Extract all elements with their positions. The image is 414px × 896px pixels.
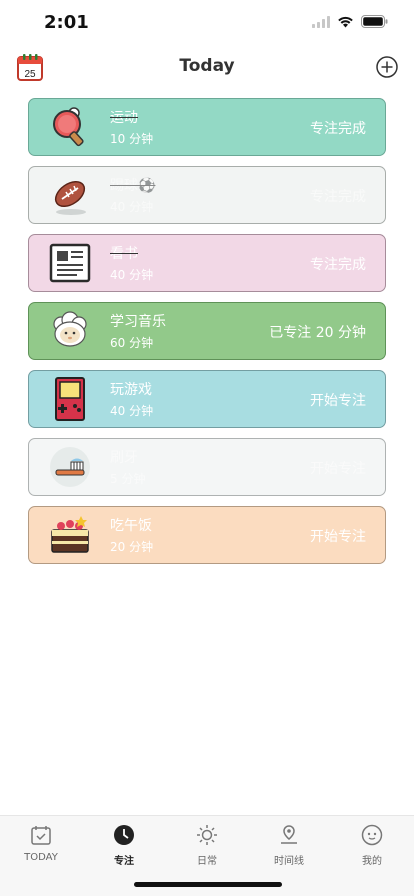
tab-today[interactable]: TODAY	[6, 824, 76, 863]
tab-label: 日常	[197, 856, 217, 867]
task-action-button[interactable]: 开始专注	[310, 526, 366, 546]
signal-icon	[312, 15, 330, 28]
task-duration: 10 分钟	[110, 132, 154, 146]
task-duration: 20 分钟	[110, 540, 154, 554]
status-bar: 2:01	[0, 0, 414, 48]
game-console-icon	[55, 377, 85, 421]
task-duration: 40 分钟	[110, 200, 154, 214]
nav-bar: 25 Today	[0, 48, 414, 88]
tab-label: 专注	[114, 856, 134, 867]
task-card-gaming[interactable]: 玩游戏 40 分钟 开始专注	[28, 370, 386, 428]
task-action-button[interactable]: 开始专注	[310, 458, 366, 478]
task-action-button[interactable]: 专注完成	[310, 254, 366, 274]
task-card-music[interactable]: 学习音乐 60 分钟 已专注 20 分钟	[28, 302, 386, 360]
sheep-icon	[53, 311, 87, 347]
face-icon	[361, 824, 383, 846]
task-card-lunch[interactable]: 吃午饭 20 分钟 开始专注	[28, 506, 386, 564]
tab-focus[interactable]: 专注	[89, 824, 159, 867]
task-name: 玩游戏	[110, 382, 152, 398]
plus-circle-icon	[376, 56, 398, 78]
tab-timeline[interactable]: 时间线	[254, 824, 324, 867]
task-name: 踢球⚽	[110, 178, 156, 194]
task-name: 学习音乐	[110, 314, 166, 330]
clock-icon	[114, 825, 134, 845]
newspaper-icon	[49, 243, 91, 283]
tab-label: 时间线	[274, 856, 304, 867]
tab-me[interactable]: 我的	[337, 824, 407, 867]
sun-icon	[197, 825, 217, 845]
status-time: 2:01	[44, 12, 89, 33]
calendar-check-icon	[31, 826, 51, 845]
wifi-icon	[338, 16, 353, 27]
ping-pong-icon	[53, 107, 84, 147]
task-action-button[interactable]: 专注完成	[310, 186, 366, 206]
task-action-button[interactable]: 开始专注	[310, 390, 366, 410]
task-duration: 5 分钟	[110, 472, 146, 486]
task-action-button[interactable]: 专注完成	[310, 118, 366, 138]
task-card-reading[interactable]: 看书 40 分钟 专注完成	[28, 234, 386, 292]
tab-daily[interactable]: 日常	[172, 824, 242, 867]
add-task-button[interactable]	[376, 56, 398, 78]
home-indicator	[134, 882, 282, 887]
task-name: 看书	[110, 246, 138, 262]
task-duration: 40 分钟	[110, 268, 154, 282]
task-duration: 40 分钟	[110, 404, 154, 418]
task-name: 运动	[110, 110, 138, 126]
status-icons	[312, 15, 388, 28]
page-title: Today	[179, 56, 235, 76]
task-list: 运动 10 分钟 专注完成 踢球⚽ 40 分钟 专注完成 看书 40 分钟 专注…	[28, 98, 386, 574]
football-icon	[54, 180, 86, 215]
cake-icon	[51, 516, 89, 553]
task-action-button[interactable]: 已专注 20 分钟	[269, 322, 366, 342]
toothbrush-icon	[50, 447, 90, 487]
tab-label: TODAY	[24, 852, 58, 863]
task-card-exercise[interactable]: 运动 10 分钟 专注完成	[28, 98, 386, 156]
battery-icon	[361, 15, 388, 28]
task-duration: 60 分钟	[110, 336, 154, 350]
tab-label: 我的	[362, 856, 382, 867]
task-card-brush-teeth[interactable]: 刷牙 5 分钟 开始专注	[28, 438, 386, 496]
task-card-football[interactable]: 踢球⚽ 40 分钟 专注完成	[28, 166, 386, 224]
map-pin-icon	[281, 825, 297, 844]
task-name: 刷牙	[110, 450, 138, 466]
task-name: 吃午饭	[110, 518, 152, 534]
